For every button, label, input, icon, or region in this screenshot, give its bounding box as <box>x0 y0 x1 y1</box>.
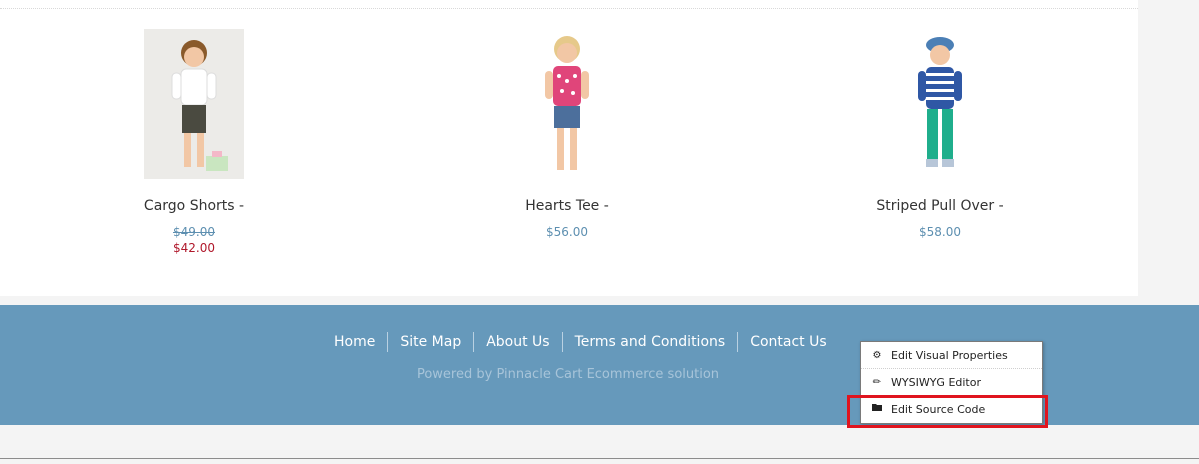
menu-item-label: Edit Visual Properties <box>891 348 1008 362</box>
product-image-cargo-shorts[interactable] <box>144 29 244 179</box>
product-image-striped-pull-over[interactable] <box>890 29 990 179</box>
product-card: Cargo Shorts - $49.00 $42.00 <box>94 29 294 255</box>
gear-icon: ⚙ <box>872 349 882 361</box>
footer-link-about-us[interactable]: About Us <box>474 332 561 352</box>
menu-item-edit-visual-properties[interactable]: ⚙ Edit Visual Properties <box>861 342 1042 368</box>
product-name[interactable]: Striped Pull Over - <box>840 197 1040 215</box>
original-price: $49.00 <box>173 225 215 239</box>
product-grid: Cargo Shorts - $49.00 $42.00 Hearts Tee … <box>0 0 1138 296</box>
footer-link-terms[interactable]: Terms and Conditions <box>563 332 738 352</box>
divider <box>0 458 1199 459</box>
footer-link-home[interactable]: Home <box>322 332 387 352</box>
pencil-icon: ✏ <box>872 376 882 388</box>
footer-nav: Home Site Map About Us Terms and Conditi… <box>322 331 839 353</box>
product-name[interactable]: Hearts Tee - <box>467 197 667 215</box>
price: $56.00 <box>546 225 588 239</box>
footer-link-contact-us[interactable]: Contact Us <box>738 332 838 352</box>
product-image-hearts-tee[interactable] <box>517 29 617 179</box>
highlight-box <box>847 395 1048 428</box>
product-name[interactable]: Cargo Shorts - <box>94 197 294 215</box>
product-card: Striped Pull Over - $58.00 <box>840 29 1040 239</box>
footer-link-site-map[interactable]: Site Map <box>388 332 473 352</box>
product-card: Hearts Tee - $56.00 <box>467 29 667 239</box>
sale-price: $42.00 <box>173 241 215 255</box>
divider <box>0 8 1138 9</box>
price: $58.00 <box>919 225 961 239</box>
menu-item-wysiwyg-editor[interactable]: ✏ WYSIWYG Editor <box>861 369 1042 395</box>
menu-item-label: WYSIWYG Editor <box>891 375 981 389</box>
